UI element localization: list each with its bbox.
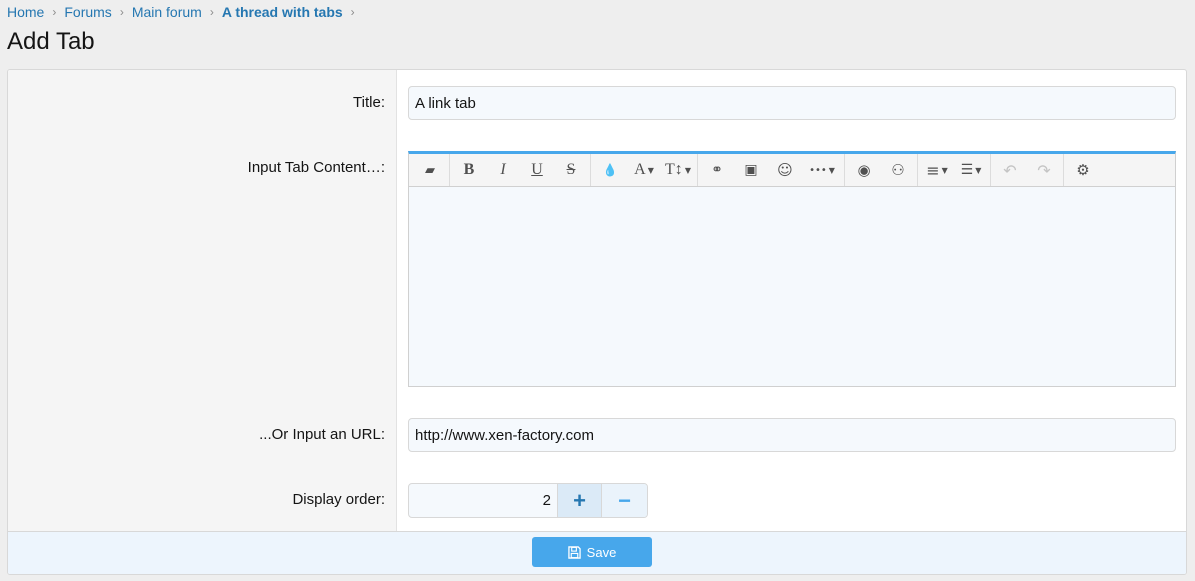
toolbar-group: ⚙ [1064, 154, 1102, 186]
toolbar-group: 💧 A ▼ T↕ ▼ [591, 154, 698, 186]
more-icon[interactable]: ••• ▼ [802, 154, 842, 186]
display-order-label: Display order: [292, 491, 385, 508]
breadcrumb-forums[interactable]: Forums [64, 4, 111, 20]
font-size-icon[interactable]: T↕ ▼ [661, 154, 695, 186]
link-icon[interactable]: ⚭ [700, 154, 734, 186]
minus-icon: − [618, 487, 631, 513]
smilie-icon[interactable]: ☺ [768, 154, 802, 186]
increment-button[interactable]: + [558, 484, 602, 517]
font-family-icon[interactable]: A ▼ [627, 154, 661, 186]
chevron-right-icon: › [350, 5, 355, 19]
align-icon[interactable]: ≡ ▼ [920, 154, 954, 186]
url-input[interactable] [408, 418, 1176, 452]
chevron-right-icon: › [209, 5, 214, 19]
toolbar-group: ≡ ▼ ☰ ▼ [918, 154, 991, 186]
toolbar-group: ⚭ ▣ ☺ ••• ▼ [698, 154, 845, 186]
save-label: Save [586, 544, 617, 560]
editor-toolbar: ▰ B I U S 💧 A ▼ T↕ ▼ ⚭ ▣ ☺ ••• ▼ ◉ ⚇ ≡ ▼… [409, 154, 1175, 187]
display-order-stepper: 2 + − [408, 483, 648, 518]
page-title: Add Tab [7, 28, 95, 55]
breadcrumb-main-forum[interactable]: Main forum [132, 4, 202, 20]
title-input[interactable] [408, 86, 1176, 120]
strikethrough-icon[interactable]: S [554, 154, 588, 186]
camera-icon[interactable]: ◉ [847, 154, 881, 186]
breadcrumb: Home › Forums › Main forum › A thread wi… [7, 4, 363, 20]
chevron-right-icon: › [52, 5, 57, 19]
breadcrumb-thread[interactable]: A thread with tabs [222, 4, 343, 20]
content-label: Input Tab Content…: [247, 159, 385, 176]
rich-text-editor: ▰ B I U S 💧 A ▼ T↕ ▼ ⚭ ▣ ☺ ••• ▼ ◉ ⚇ ≡ ▼… [408, 151, 1176, 387]
save-button[interactable]: Save [532, 537, 652, 567]
display-order-input[interactable]: 2 [409, 484, 558, 517]
image-icon[interactable]: ▣ [734, 154, 768, 186]
eraser-icon[interactable]: ▰ [413, 154, 447, 186]
gear-icon[interactable]: ⚙ [1066, 154, 1100, 186]
toolbar-group: ◉ ⚇ [845, 154, 918, 186]
floppy-disk-icon [567, 545, 581, 559]
breadcrumb-home[interactable]: Home [7, 4, 44, 20]
decrement-button[interactable]: − [602, 484, 647, 517]
toolbar-group: ▰ [411, 154, 450, 186]
bold-icon[interactable]: B [452, 154, 486, 186]
italic-icon[interactable]: I [486, 154, 520, 186]
text-color-icon[interactable]: 💧 [593, 154, 627, 186]
labels-column [8, 70, 397, 533]
form-footer: Save [8, 531, 1186, 574]
chevron-right-icon: › [119, 5, 124, 19]
plus-icon: + [573, 487, 586, 513]
redo-icon[interactable]: ↷ [1027, 154, 1061, 186]
editor-content-area[interactable] [409, 188, 1175, 386]
title-label: Title: [353, 94, 385, 111]
url-label: ...Or Input an URL: [259, 426, 385, 443]
toolbar-group: B I U S [450, 154, 591, 186]
list-icon[interactable]: ☰ ▼ [954, 154, 988, 186]
underline-icon[interactable]: U [520, 154, 554, 186]
undo-icon[interactable]: ↶ [993, 154, 1027, 186]
add-tab-form: Title: Input Tab Content…: ▰ B I U S 💧 A… [7, 69, 1187, 575]
users-icon[interactable]: ⚇ [881, 154, 915, 186]
toolbar-group: ↶ ↷ [991, 154, 1064, 186]
